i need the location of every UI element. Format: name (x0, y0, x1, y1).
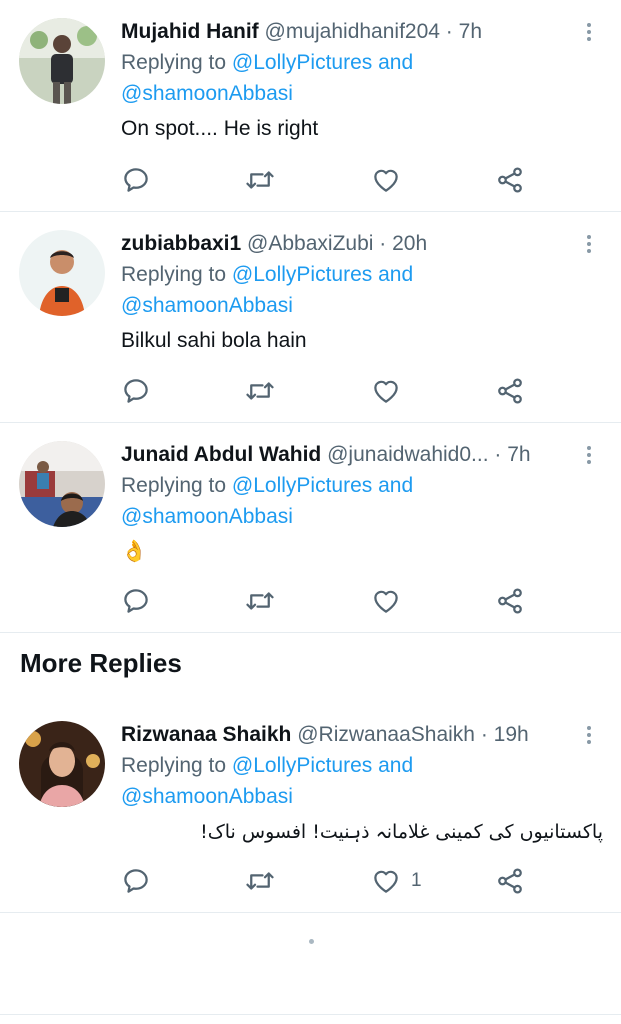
avatar[interactable] (19, 721, 105, 807)
mention-link[interactable]: @shamoonAbbasi (121, 82, 293, 105)
like-button[interactable] (371, 585, 411, 617)
tweet-text: Bilkul sahi bola hain (121, 329, 307, 352)
like-button[interactable] (371, 164, 411, 196)
mention-link[interactable]: @shamoonAbbasi (121, 294, 293, 317)
reply-icon (124, 168, 148, 192)
separator: · (494, 443, 502, 466)
heart-icon (374, 169, 398, 192)
replying-to-label: Replying to (121, 474, 227, 497)
share-button[interactable] (495, 375, 525, 407)
share-icon (498, 868, 522, 894)
reply-button[interactable] (121, 865, 151, 897)
mention-link[interactable]: @shamoonAbbasi (121, 785, 293, 808)
and-link[interactable]: and (378, 754, 413, 777)
tweet-reply[interactable]: Mujahid Hanif @mujahidhanif204 · 7h Repl… (0, 0, 621, 212)
replying-to-label: Replying to (121, 51, 227, 74)
retweet-button[interactable] (245, 164, 275, 196)
like-button[interactable] (371, 375, 411, 407)
replying-to: Replying to @LollyPictures and @shamoonAb… (121, 259, 573, 321)
timestamp[interactable]: 19h (494, 723, 529, 746)
heart-icon (374, 590, 398, 613)
reply-icon (124, 589, 148, 613)
more-vertical-icon[interactable] (579, 20, 599, 44)
timestamp[interactable]: 20h (392, 232, 427, 255)
retweet-icon (246, 382, 274, 400)
more-vertical-icon[interactable] (579, 443, 599, 467)
tweet-actions (121, 375, 541, 407)
heart-icon (374, 870, 398, 893)
replying-to: Replying to @LollyPictures and @shamoonAb… (121, 470, 573, 532)
retweet-icon (246, 171, 274, 189)
reply-icon (124, 869, 148, 893)
reply-button[interactable] (121, 375, 151, 407)
share-icon (498, 167, 522, 193)
author-name[interactable]: zubiabbaxi1 (121, 232, 241, 255)
share-button[interactable] (495, 865, 525, 897)
separator: · (379, 232, 387, 255)
tweet-header: Rizwanaa Shaikh @RizwanaaShaikh · 19h (121, 720, 573, 750)
timestamp[interactable]: 7h (459, 20, 482, 43)
tweet-header: Mujahid Hanif @mujahidhanif204 · 7h (121, 17, 573, 47)
mention-link[interactable]: @LollyPictures (232, 474, 372, 497)
replying-to: Replying to @LollyPictures and @shamoonAb… (121, 750, 573, 812)
tweet-text: On spot.... He is right (121, 117, 319, 140)
replying-to-label: Replying to (121, 754, 227, 777)
author-handle[interactable]: @AbbaxiZubi (247, 232, 373, 255)
retweet-icon (246, 872, 274, 890)
reply-icon (124, 379, 148, 403)
and-link[interactable]: and (378, 474, 413, 497)
and-link[interactable]: and (378, 263, 413, 286)
mention-link[interactable]: @LollyPictures (232, 263, 372, 286)
tweet-actions (121, 585, 541, 617)
mention-link[interactable]: @LollyPictures (232, 51, 372, 74)
like-count: 1 (411, 870, 422, 891)
tweet-actions: 1 (121, 865, 541, 897)
retweet-button[interactable] (245, 375, 275, 407)
author-name[interactable]: Rizwanaa Shaikh (121, 723, 291, 746)
avatar[interactable] (19, 18, 105, 104)
share-button[interactable] (495, 164, 525, 196)
tweet-actions (121, 164, 541, 196)
tweet-reply[interactable]: Rizwanaa Shaikh @RizwanaaShaikh · 19h Re… (0, 703, 621, 913)
tweet-reply[interactable]: zubiabbaxi1 @AbbaxiZubi · 20h Replying t… (0, 212, 621, 423)
tweet-reply[interactable]: Junaid Abdul Wahid @junaidwahid0... · 7h… (0, 423, 621, 633)
replying-to: Replying to @LollyPictures and @shamoonAb… (121, 47, 573, 109)
author-handle[interactable]: @junaidwahid0... (327, 443, 488, 466)
retweet-icon (246, 592, 274, 610)
avatar[interactable] (19, 441, 105, 527)
more-replies-heading: More Replies (20, 648, 182, 678)
share-icon (498, 378, 522, 404)
author-name[interactable]: Junaid Abdul Wahid (121, 443, 321, 466)
reply-button[interactable] (121, 164, 151, 196)
author-handle[interactable]: @mujahidhanif204 (265, 20, 440, 43)
tweet-header: Junaid Abdul Wahid @junaidwahid0... · 7h (121, 440, 573, 470)
share-button[interactable] (495, 585, 525, 617)
more-vertical-icon[interactable] (579, 232, 599, 256)
tweet-header: zubiabbaxi1 @AbbaxiZubi · 20h (121, 229, 573, 259)
timestamp[interactable]: 7h (507, 443, 530, 466)
reply-button[interactable] (121, 585, 151, 617)
separator: · (480, 723, 488, 746)
like-button[interactable]: 1 (371, 865, 422, 897)
avatar[interactable] (19, 230, 105, 316)
author-handle[interactable]: @RizwanaaShaikh (297, 723, 475, 746)
tweet-text: پاکستانیوں کی کمینی غلامانہ ذہنیت! افسوس… (200, 821, 603, 843)
replying-to-label: Replying to (121, 263, 227, 286)
tweet-text: 👌 (121, 540, 148, 563)
separator: · (445, 20, 453, 43)
mention-link[interactable]: @shamoonAbbasi (121, 505, 293, 528)
heart-icon (374, 380, 398, 403)
more-vertical-icon[interactable] (579, 723, 599, 747)
share-icon (498, 588, 522, 614)
and-link[interactable]: and (378, 51, 413, 74)
mention-link[interactable]: @LollyPictures (232, 754, 372, 777)
retweet-button[interactable] (245, 865, 275, 897)
loading-indicator (309, 939, 314, 944)
author-name[interactable]: Mujahid Hanif (121, 20, 259, 43)
divider (0, 1014, 621, 1015)
retweet-button[interactable] (245, 585, 275, 617)
